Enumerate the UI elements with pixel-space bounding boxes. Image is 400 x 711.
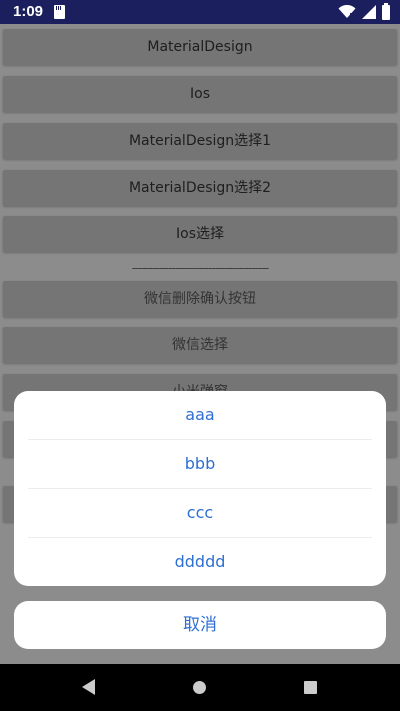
action-item-ccc[interactable]: ccc xyxy=(14,489,386,537)
material-design-select2-button[interactable]: MaterialDesign选择2 xyxy=(3,170,397,206)
sd-card-icon xyxy=(54,5,65,19)
status-time: 1:09 xyxy=(13,3,44,20)
back-icon[interactable] xyxy=(82,679,95,695)
action-item-ddddd[interactable]: ddddd xyxy=(14,538,386,586)
status-bar: 1:09 xyxy=(0,0,400,24)
battery-icon xyxy=(382,2,390,20)
material-design-button[interactable]: MaterialDesign xyxy=(3,29,397,65)
action-item-bbb[interactable]: bbb xyxy=(14,440,386,488)
action-item-aaa[interactable]: aaa xyxy=(14,391,386,439)
navigation-bar xyxy=(0,664,400,711)
cancel-button[interactable]: 取消 xyxy=(14,601,386,649)
wechat-delete-confirm-button[interactable]: 微信删除确认按钮 xyxy=(3,281,397,317)
recents-icon[interactable] xyxy=(304,681,317,694)
wechat-select-button[interactable]: 微信选择 xyxy=(3,327,397,363)
ios-button[interactable]: Ios xyxy=(3,76,397,112)
action-sheet: aaa bbb ccc ddddd xyxy=(14,391,386,586)
home-icon[interactable] xyxy=(193,681,206,694)
ios-select-button[interactable]: Ios选择 xyxy=(3,216,397,252)
material-design-select1-button[interactable]: MaterialDesign选择1 xyxy=(3,123,397,159)
status-icons xyxy=(338,2,390,21)
divider-line: ----------------------------------------… xyxy=(131,262,270,274)
signal-icon xyxy=(362,5,376,19)
wifi-icon xyxy=(338,5,356,18)
